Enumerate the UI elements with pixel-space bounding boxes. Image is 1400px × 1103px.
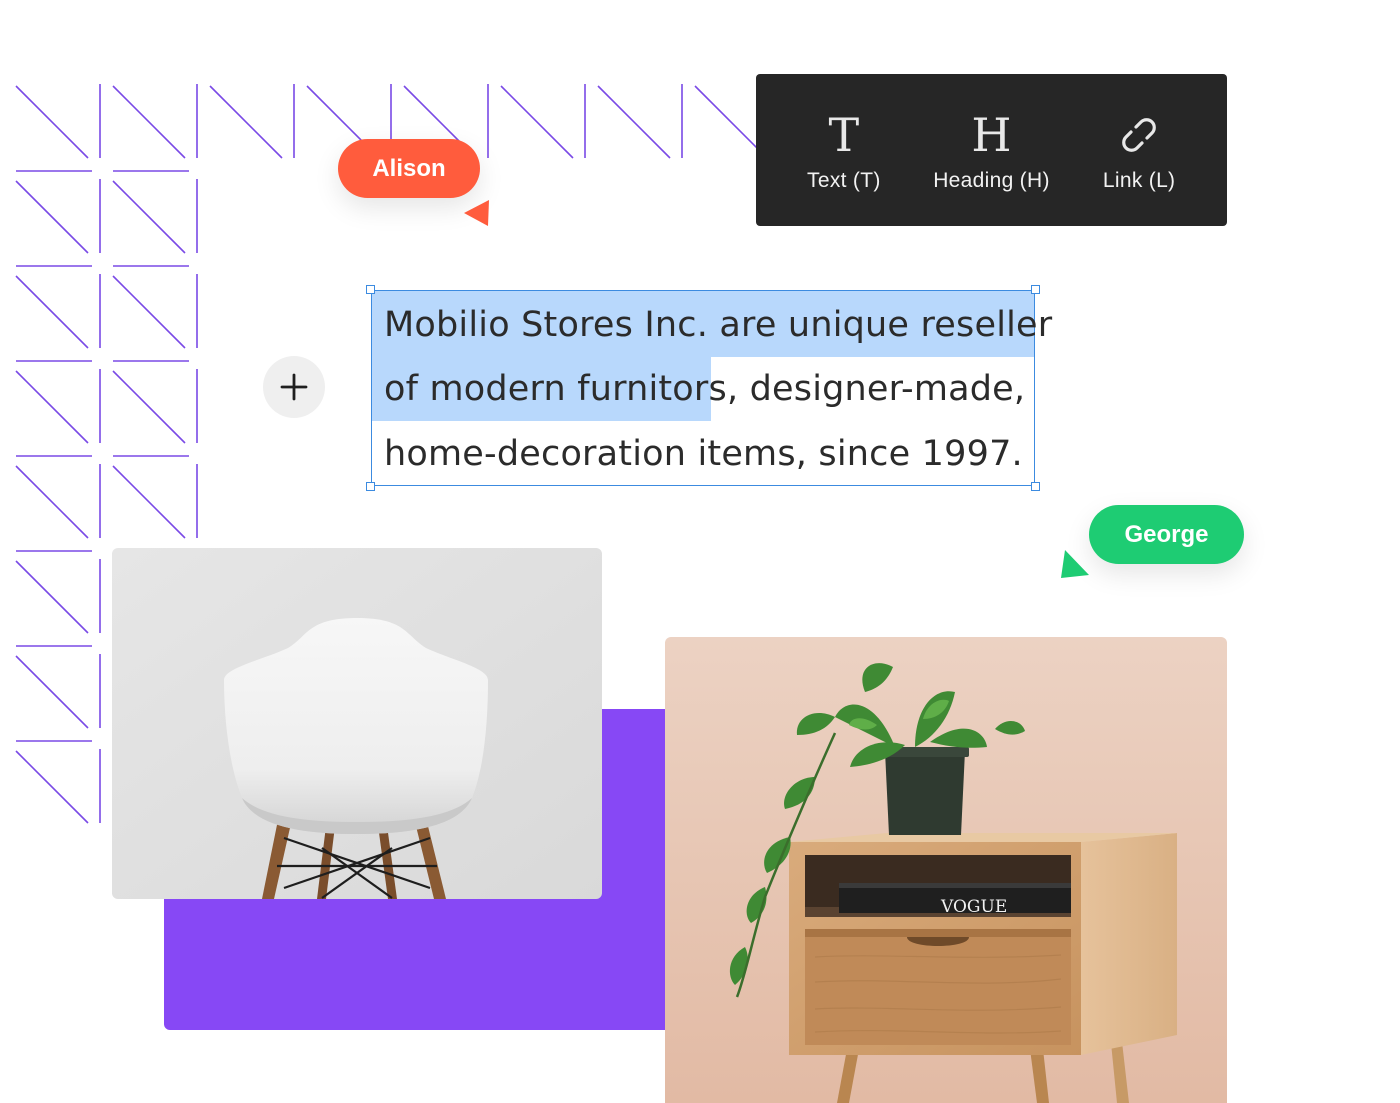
text-line-1[interactable]: Mobilio Stores Inc. are unique reseller — [384, 303, 1052, 347]
format-toolbar: T Text (T) H Heading (H) Link (L) — [756, 74, 1227, 226]
heading-tool-button[interactable]: H Heading (H) — [921, 74, 1061, 226]
text-tool-label: Text (T) — [807, 169, 881, 192]
text-line-3[interactable]: home-decoration items, since 1997. — [384, 432, 1023, 476]
text-block[interactable]: Mobilio Stores Inc. are unique reseller … — [366, 285, 1052, 491]
george-cursor-icon — [1061, 550, 1089, 578]
text-icon: T — [828, 108, 860, 162]
collaborator-tag-alison: Alison — [338, 139, 480, 198]
link-tool-label: Link (L) — [1102, 169, 1176, 192]
add-block-button[interactable] — [263, 356, 325, 418]
link-tool-button[interactable]: Link (L) — [1069, 74, 1209, 226]
text-tool-button[interactable]: T Text (T) — [774, 74, 914, 226]
magazine-title: VOGUE — [940, 897, 1007, 917]
text-line-2-rest: designer-made, — [738, 369, 1026, 409]
nightstand-image[interactable]: VOGUE — [665, 637, 1227, 1103]
chair-image[interactable] — [112, 548, 602, 899]
resize-handle-bottom-left[interactable] — [366, 482, 375, 491]
resize-handle-top-left[interactable] — [366, 285, 375, 294]
alison-cursor-icon — [464, 200, 489, 226]
collaborator-tag-george: George — [1089, 505, 1244, 564]
text-line-2[interactable]: of modern furnitors, designer-made, — [384, 367, 1025, 411]
nightstand-illustration: VOGUE — [665, 637, 1227, 1103]
resize-handle-top-right[interactable] — [1031, 285, 1040, 294]
heading-icon: H — [971, 108, 1012, 162]
heading-tool-label: Heading (H) — [933, 169, 1050, 192]
plus-icon — [280, 373, 308, 401]
resize-handle-bottom-right[interactable] — [1031, 482, 1040, 491]
text-line-2-selected: of modern furnitors, — [384, 369, 739, 409]
link-icon — [1119, 107, 1159, 163]
chair-illustration — [112, 548, 602, 899]
